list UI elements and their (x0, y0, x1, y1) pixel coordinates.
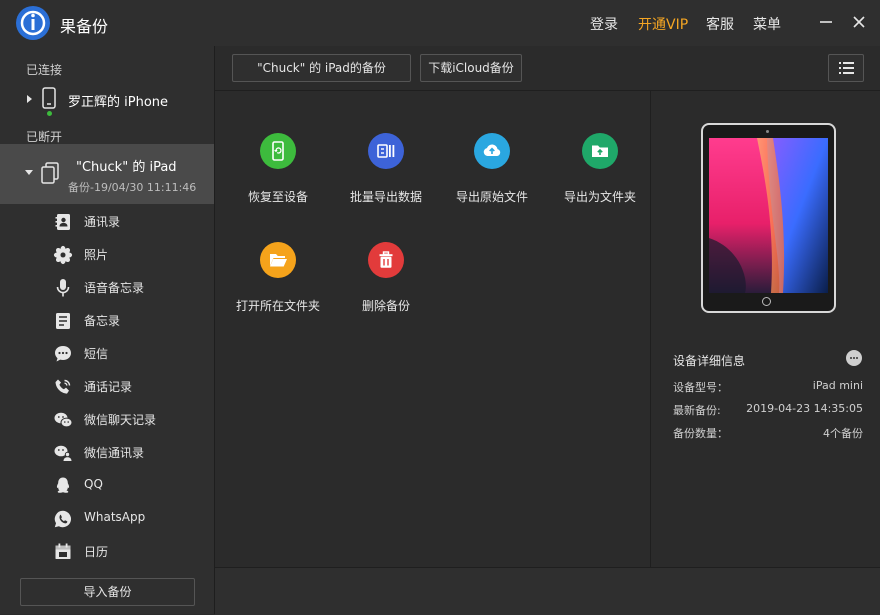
batch-export-icon (368, 133, 404, 169)
device-model-label: 设备型号： (673, 381, 728, 394)
restore-to-device-button[interactable]: 恢复至设备 (223, 133, 333, 223)
connected-status-dot (47, 111, 52, 116)
upload-icon (474, 133, 510, 169)
download-icloud-button[interactable]: 下载iCloud备份 (420, 54, 522, 82)
backup-time: 备份-19/04/30 11:11:46 (68, 181, 197, 194)
action-label: 批量导出数据 (349, 190, 422, 204)
sidebar-item-label: 微信聊天记录 (84, 413, 157, 427)
backup-name-button[interactable]: "Chuck" 的 iPad的备份 (232, 54, 411, 82)
calendar-icon (53, 542, 73, 559)
sidebar-item-label: 通讯录 (84, 215, 121, 229)
sidebar-item-label: QQ (84, 477, 103, 491)
home-button (762, 297, 771, 306)
ipad-wallpaper (709, 138, 828, 293)
customer-service-link[interactable]: 客服 (706, 14, 734, 34)
device-model-value: iPad mini (812, 379, 863, 392)
sidebar-item-wechat-contacts[interactable]: 微信通讯录 (0, 436, 214, 469)
sidebar-item-voice-memos[interactable]: 语音备忘录 (0, 271, 214, 304)
disconnected-label: 已断开 (26, 130, 63, 144)
folder-upload-icon (582, 133, 618, 169)
minimize-icon[interactable] (816, 12, 836, 32)
import-backup-button[interactable]: 导入备份 (20, 578, 195, 606)
sidebar-item-contacts[interactable]: 通讯录 (0, 205, 214, 238)
trash-icon (368, 242, 404, 278)
whatsapp-icon (53, 509, 73, 529)
action-label: 打开所在文件夹 (235, 299, 320, 313)
toolbar: "Chuck" 的 iPad的备份 下载iCloud备份 (215, 46, 880, 91)
actions-panel: 恢复至设备 批量导出数据 导出原始文件 导出为文件夹 打开所在文件夹 删除备份 (215, 91, 650, 567)
device-name: "Chuck" 的 iPad (76, 160, 177, 175)
connected-label: 已连接 (26, 63, 63, 77)
latest-backup-label: 最新备份: (673, 404, 721, 417)
collapse-caret-icon[interactable] (25, 170, 33, 175)
title-bar: 果备份 登录 开通VIP 客服 菜单 (0, 0, 880, 46)
ipad-illustration (701, 123, 836, 313)
sidebar-item-wechat-chats[interactable]: 微信聊天记录 (0, 403, 214, 436)
sidebar-item-label: 日历 (84, 545, 109, 559)
sidebar-item-calendar[interactable]: 日历 (0, 535, 214, 559)
sidebar: 已连接 罗正辉的 iPhone 已断开 "Chuck" 的 iPad 备份-19… (0, 46, 215, 614)
sidebar-item-label: 短信 (84, 347, 109, 361)
vip-link[interactable]: 开通VIP (638, 14, 688, 34)
export-raw-files-button[interactable]: 导出原始文件 (437, 133, 547, 223)
notes-icon (53, 311, 73, 331)
backup-count-value: 4个备份 (823, 427, 863, 440)
list-icon (839, 62, 854, 74)
app-title: 果备份 (60, 17, 109, 36)
sidebar-item-call-log[interactable]: 通话记录 (0, 370, 214, 403)
open-folder-icon (260, 242, 296, 278)
sidebar-item-qq[interactable]: QQ (0, 469, 214, 502)
device-connected-iphone[interactable]: 罗正辉的 iPhone (0, 84, 214, 116)
microphone-icon (53, 278, 73, 298)
menu-link[interactable]: 菜单 (753, 14, 781, 34)
contacts-icon (53, 212, 73, 232)
sidebar-item-label: 语音备忘录 (84, 281, 145, 295)
device-disconnected-ipad[interactable]: "Chuck" 的 iPad 备份-19/04/30 11:11:46 (0, 144, 214, 204)
expand-caret-icon[interactable] (27, 95, 32, 103)
open-containing-folder-button[interactable]: 打开所在文件夹 (223, 242, 333, 332)
action-label: 导出为文件夹 (563, 190, 636, 204)
export-as-folder-button[interactable]: 导出为文件夹 (545, 133, 655, 223)
sidebar-item-messages[interactable]: 短信 (0, 337, 214, 370)
wechat-contacts-icon (53, 443, 73, 463)
sidebar-item-label: 照片 (84, 248, 109, 262)
login-link[interactable]: 登录 (590, 14, 618, 34)
message-icon (53, 344, 73, 364)
wechat-icon (53, 410, 73, 430)
backup-count-label: 备份数量： (673, 427, 728, 440)
app-logo-icon (16, 6, 50, 40)
qq-icon (53, 476, 73, 496)
sidebar-item-notes[interactable]: 备忘录 (0, 304, 214, 337)
phone-call-icon (53, 377, 73, 397)
sidebar-item-label: 备忘录 (84, 314, 121, 328)
batch-export-button[interactable]: 批量导出数据 (331, 133, 441, 223)
restore-device-icon (260, 133, 296, 169)
ipad-copy-icon (40, 162, 60, 184)
sidebar-item-label: 微信通讯录 (84, 446, 145, 460)
device-name: 罗正辉的 iPhone (68, 95, 169, 110)
device-detail-title: 设备详细信息 (673, 354, 746, 368)
action-label: 删除备份 (361, 299, 410, 313)
status-bar (215, 567, 880, 615)
sidebar-item-whatsapp[interactable]: WhatsApp (0, 502, 214, 535)
more-options-icon[interactable] (846, 350, 862, 366)
delete-backup-button[interactable]: 删除备份 (331, 242, 441, 332)
phone-icon (42, 87, 56, 109)
sidebar-item-label: WhatsApp (84, 510, 146, 524)
sidebar-item-label: 通话记录 (84, 380, 133, 394)
action-label: 恢复至设备 (247, 190, 308, 204)
close-icon[interactable] (849, 12, 869, 32)
list-view-button[interactable] (828, 54, 864, 82)
camera-dot (766, 130, 769, 133)
latest-backup-value: 2019-04-23 14:35:05 (746, 402, 863, 415)
device-detail-panel: 设备详细信息 设备型号： iPad mini 最新备份: 2019-04-23 … (650, 91, 880, 567)
photos-icon (53, 245, 73, 265)
action-label: 导出原始文件 (455, 190, 528, 204)
sidebar-item-photos[interactable]: 照片 (0, 238, 214, 271)
